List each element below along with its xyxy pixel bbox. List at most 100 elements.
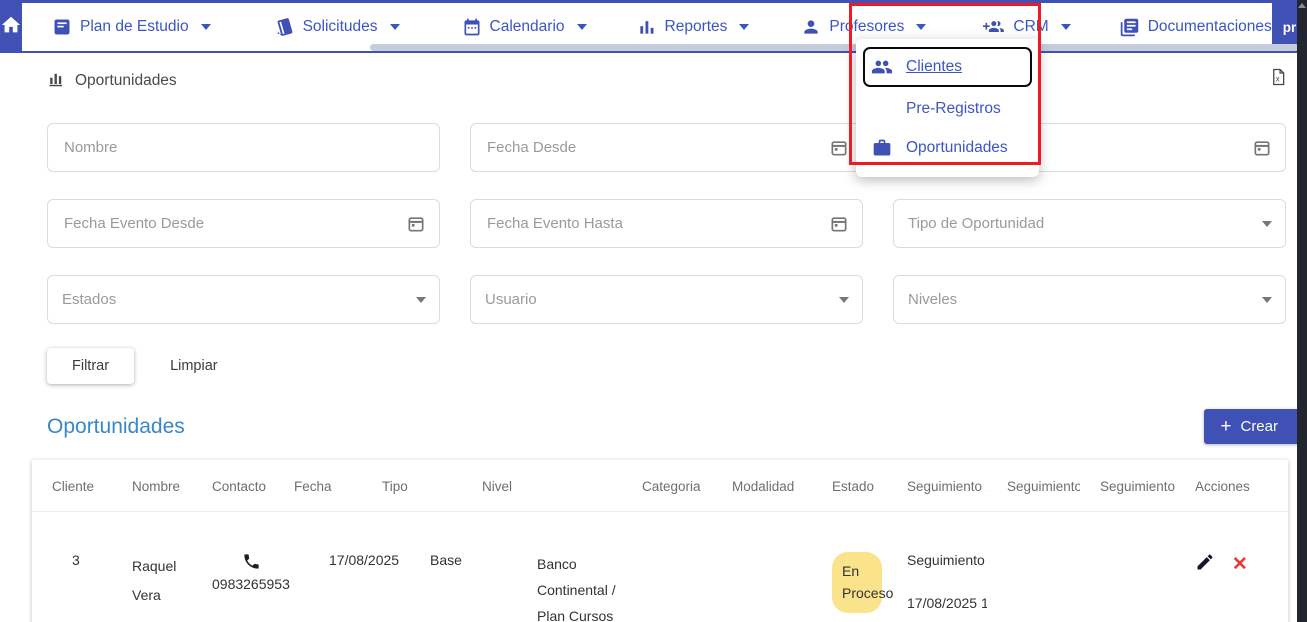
nav-item-plan-de-estudio[interactable]: Plan de Estudio: [52, 17, 211, 37]
bar-chart-icon: [637, 17, 657, 37]
nav-item-reportes[interactable]: Reportes: [637, 17, 750, 37]
chevron-down-icon: [1262, 221, 1272, 227]
niveles-select[interactable]: Niveles: [893, 275, 1286, 324]
horizontal-scrollbar-thumb[interactable]: [370, 44, 1299, 51]
usuario-select[interactable]: Usuario: [470, 275, 863, 324]
cell-acciones: ✕: [1175, 512, 1288, 622]
select-label: Niveles: [908, 291, 957, 308]
fecha-evento-hasta-input[interactable]: [485, 214, 822, 233]
cell-seguimiento-3: [1080, 512, 1175, 622]
table-header-row: Cliente Nombre Contacto Fecha Tipo Nivel…: [32, 460, 1288, 512]
column-header: Estado: [812, 460, 887, 512]
seguimiento-date: 17/08/2025 11:: [907, 595, 987, 611]
edit-pencil-icon[interactable]: [1195, 559, 1219, 575]
nav-item-calendario[interactable]: Calendario: [462, 17, 587, 37]
opportunities-table: Cliente Nombre Contacto Fecha Tipo Nivel…: [32, 460, 1288, 622]
dropdown-item-clientes[interactable]: Clientes: [863, 47, 1032, 87]
chevron-down-icon: [416, 297, 426, 303]
select-label: Usuario: [485, 291, 537, 308]
breadcrumb: Oportunidades x: [47, 69, 1286, 93]
breadcrumb-title: Oportunidades: [75, 72, 177, 90]
limpiar-button[interactable]: Limpiar: [164, 348, 224, 384]
delete-x-icon[interactable]: ✕: [1232, 554, 1248, 575]
nav-item-label: CRM: [1013, 18, 1048, 36]
nav-item-documentaciones[interactable]: Documentaciones: [1119, 17, 1272, 38]
dropdown-item-label: Pre-Registros: [906, 100, 1001, 118]
cell-cliente: 3: [32, 512, 112, 622]
nav-item-label: Calendario: [490, 18, 565, 36]
home-button[interactable]: [0, 3, 22, 51]
cell-modalidad: [712, 512, 812, 622]
calendar-picker-icon[interactable]: [829, 214, 849, 234]
column-header: Modalidad: [712, 460, 812, 512]
excel-export-icon[interactable]: x: [1269, 67, 1288, 92]
fecha-evento-desde-field[interactable]: [47, 199, 440, 248]
crear-button[interactable]: + Crear: [1204, 409, 1300, 444]
chevron-down-icon: [201, 24, 211, 30]
opportunities-section-header: Oportunidades + Crear: [47, 409, 1286, 444]
fecha-evento-hasta-field[interactable]: [470, 199, 863, 248]
board-icon: [52, 17, 72, 37]
column-header: Fecha: [274, 460, 362, 512]
column-header: Nombre: [112, 460, 192, 512]
person-add-icon: [981, 17, 1005, 37]
nombre-input[interactable]: [62, 138, 399, 157]
nav-item-label: Documentaciones: [1148, 18, 1272, 36]
opportunities-table-card: Cliente Nombre Contacto Fecha Tipo Nivel…: [32, 460, 1288, 622]
cell-estado: En Proceso: [812, 512, 887, 622]
calendar-picker-icon[interactable]: [829, 138, 849, 158]
filtrar-button[interactable]: Filtrar: [47, 348, 134, 384]
column-header: Tipo: [362, 460, 462, 512]
cell-categoria: [622, 512, 712, 622]
vertical-scrollbar[interactable]: [1297, 0, 1307, 622]
fecha-evento-desde-input[interactable]: [62, 214, 399, 233]
dropdown-item-label: Clientes: [906, 58, 962, 76]
chevron-down-icon: [1262, 297, 1272, 303]
section-title: Oportunidades: [47, 415, 185, 439]
nav-item-crm[interactable]: CRM: [981, 17, 1070, 37]
fecha-desde-field[interactable]: [470, 123, 863, 172]
home-icon: [0, 14, 22, 41]
filter-actions: Filtrar Limpiar: [47, 348, 1286, 384]
nav-item-profesores[interactable]: Profesores: [801, 17, 926, 37]
dropdown-item-oportunidades[interactable]: Oportunidades: [856, 129, 1039, 167]
chevron-down-icon: [390, 24, 400, 30]
tipo-oportunidad-select[interactable]: Tipo de Oportunidad: [893, 199, 1286, 248]
select-label: Estados: [62, 291, 116, 308]
chevron-down-icon: [577, 24, 587, 30]
cell-seguimiento-1: Seguimiento 17/08/2025 11:: [887, 512, 987, 622]
estados-select[interactable]: Estados: [47, 275, 440, 324]
plus-icon: +: [1220, 421, 1231, 433]
column-header: Seguimiento 1: [887, 460, 987, 512]
chevron-down-icon: [1061, 24, 1071, 30]
person-icon: [801, 17, 821, 37]
table-row: 3 Raquel Vera 0983265953 17/08/2025 Base…: [32, 512, 1288, 622]
main-content: Oportunidades x: [0, 69, 1307, 622]
column-header: Acciones: [1175, 460, 1288, 512]
filter-form: Tipo de Oportunidad Estados Usuario Nive…: [47, 123, 1286, 324]
cell-nivel: Banco Continental / Plan Cursos: [462, 512, 622, 622]
nav-item-label: Plan de Estudio: [80, 18, 189, 36]
column-header: Nivel: [462, 460, 622, 512]
nivel-text: Banco Continental / Plan Cursos: [537, 552, 617, 622]
fecha-desde-input[interactable]: [485, 138, 822, 157]
calendar-icon: [462, 17, 482, 37]
calendar-picker-icon[interactable]: [406, 214, 426, 234]
library-icon: [1119, 17, 1140, 38]
nombre-text: Raquel Vera: [132, 552, 190, 611]
people-icon: [870, 56, 893, 78]
nav-item-label: Solicitudes: [303, 18, 378, 36]
calendar-picker-icon[interactable]: [1252, 138, 1272, 158]
chart-icon: [47, 69, 66, 93]
nombre-field[interactable]: [47, 123, 440, 172]
chevron-down-icon: [739, 24, 749, 30]
cell-contacto: 0983265953: [192, 512, 274, 622]
dropdown-item-pre-registros[interactable]: Pre-Registros: [856, 91, 1039, 127]
column-header: Cliente: [32, 460, 112, 512]
nav-item-solicitudes[interactable]: Solicitudes: [275, 17, 400, 37]
dropdown-item-label: Oportunidades: [906, 139, 1008, 157]
phone-number: 0983265953: [212, 576, 274, 592]
column-header: Seguimiento 2: [987, 460, 1080, 512]
cell-fecha: 17/08/2025: [274, 512, 362, 622]
scrollbar-up-arrow[interactable]: [1298, 3, 1306, 8]
